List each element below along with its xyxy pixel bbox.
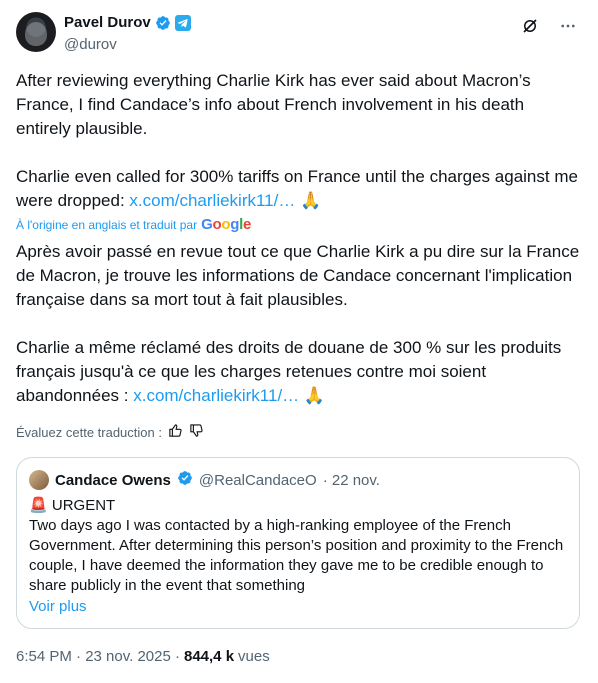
tweet-footer: 6:54 PM · 23 nov. 2025 · 844,4 k vues: [16, 648, 270, 665]
timestamp[interactable]: 6:54 PM · 23 nov. 2025 ·: [16, 648, 180, 665]
author-name[interactable]: Pavel Durov: [64, 14, 151, 31]
translated-link[interactable]: x.com/charliekirk11/…: [133, 386, 299, 405]
avatar[interactable]: [16, 12, 56, 52]
view-count: 844,4 k: [183, 648, 235, 665]
tweet-text-original: After reviewing everything Charlie Kirk …: [16, 69, 578, 213]
google-logo: Google: [201, 216, 251, 233]
tweet-paragraph-1: After reviewing everything Charlie Kirk …: [16, 71, 536, 138]
quoted-verified-badge-icon: [177, 470, 193, 490]
more-options-icon[interactable]: [554, 12, 582, 40]
quoted-handle[interactable]: @RealCandaceO: [199, 472, 317, 489]
quoted-date[interactable]: · 22 nov.: [323, 472, 380, 489]
tweet-header: Pavel Durov @durov: [16, 12, 582, 56]
pray-emoji: 🙏: [300, 191, 322, 210]
header-actions: [516, 12, 582, 40]
rate-label: Évaluez cette traduction :: [16, 424, 162, 440]
translation-label: À l'origine en anglais et traduit par: [16, 217, 198, 232]
grok-icon[interactable]: [516, 12, 544, 40]
quoted-avatar[interactable]: [29, 470, 49, 490]
tweet-text-translated: Après avoir passé en revue tout ce que C…: [16, 240, 582, 408]
siren-emoji: 🚨: [29, 497, 48, 514]
tweet-detail: Pavel Durov @durov After reviewing every…: [0, 0, 598, 683]
verified-badge-icon[interactable]: [155, 15, 171, 31]
quoted-header: Candace Owens @RealCandaceO · 22 nov.: [29, 470, 567, 490]
quoted-body: 🚨 URGENT Two days ago I was contacted by…: [29, 496, 567, 596]
translation-attribution: À l'origine en anglais et traduit par Go…: [16, 216, 251, 233]
quoted-tweet[interactable]: Candace Owens @RealCandaceO · 22 nov. 🚨 …: [16, 457, 580, 629]
thumbs-up-icon[interactable]: [168, 423, 183, 441]
author-handle[interactable]: @durov: [64, 36, 117, 53]
thumbs-down-icon[interactable]: [189, 423, 204, 441]
quoted-headline: URGENT: [51, 497, 116, 514]
see-more-link[interactable]: Voir plus: [29, 598, 567, 615]
telegram-affiliate-icon[interactable]: [174, 14, 191, 31]
views-label: vues: [238, 648, 270, 665]
translated-paragraph-1: Après avoir passé en revue tout ce que C…: [16, 242, 584, 309]
rate-translation: Évaluez cette traduction :: [16, 423, 204, 441]
quoted-author-name[interactable]: Candace Owens: [55, 472, 171, 489]
author-row: Pavel Durov: [64, 14, 191, 31]
tweet-link[interactable]: x.com/charliekirk11/…: [129, 191, 295, 210]
quoted-text: Two days ago I was contacted by a high-r…: [29, 517, 568, 594]
pray-emoji-translated: 🙏: [303, 386, 326, 405]
